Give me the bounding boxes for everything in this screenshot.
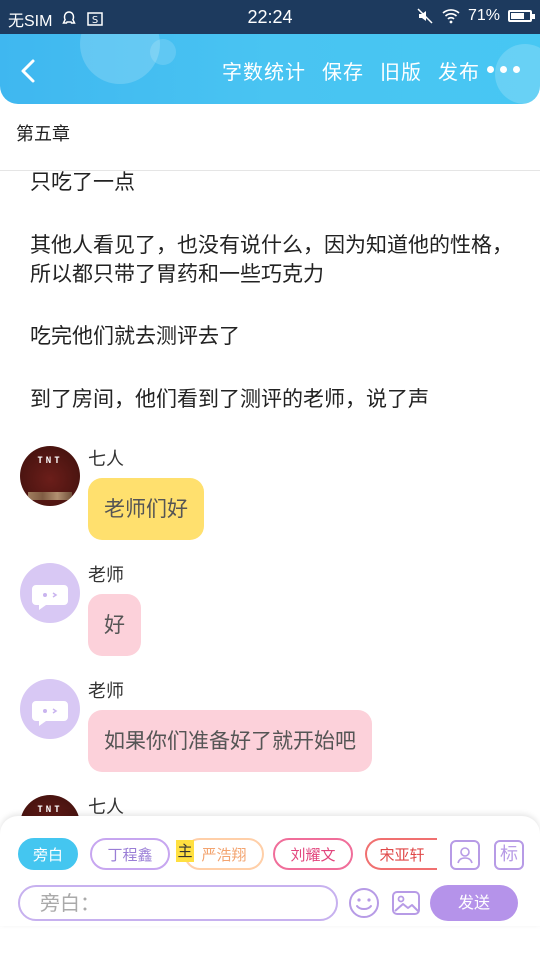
- chat-bubble[interactable]: 老师们好: [88, 478, 204, 540]
- editor-header: 字数统计 保存 旧版 发布: [0, 34, 540, 104]
- chapter-title[interactable]: 第五章: [16, 120, 70, 146]
- message-input[interactable]: 旁白：: [18, 885, 338, 921]
- role-chip[interactable]: 刘耀文: [273, 838, 353, 870]
- battery-percent: 71%: [467, 7, 500, 24]
- status-bar: 无SIM S 22:24 71%: [0, 0, 540, 34]
- old-version-button[interactable]: 旧版: [380, 56, 422, 85]
- wifi-icon: [442, 9, 460, 24]
- role-chip[interactable]: 宋亚轩: [365, 838, 437, 870]
- chat-face-icon: [32, 585, 68, 610]
- chat-face-icon: [32, 701, 68, 726]
- paragraph[interactable]: 其他人看见了，也没有说什么，因为知道他的性格，所以都只带了胃药和一些巧克力: [30, 231, 520, 289]
- speaker-name: 老师: [88, 681, 124, 702]
- avatar[interactable]: [20, 679, 80, 739]
- avatar[interactable]: TNT: [20, 446, 80, 506]
- image-icon[interactable]: [390, 887, 422, 919]
- word-count-button[interactable]: 字数统计: [222, 56, 306, 85]
- role-chip[interactable]: 严浩翔: [184, 838, 264, 870]
- send-button[interactable]: 发送: [430, 885, 518, 921]
- chat-bubble[interactable]: 如果你们准备好了就开始吧: [88, 710, 372, 772]
- battery-fill: [511, 13, 524, 19]
- back-arrow-icon[interactable]: [14, 56, 44, 86]
- save-button[interactable]: 保存: [322, 56, 364, 85]
- host-badge: 主: [176, 840, 194, 862]
- battery-icon: [508, 10, 535, 22]
- role-chip-narrator[interactable]: 旁白: [18, 838, 78, 870]
- speaker-name: 七人: [88, 449, 124, 470]
- mute-icon: [417, 8, 433, 24]
- paragraph[interactable]: 到了房间，他们看到了测评的老师，说了声: [30, 385, 520, 414]
- add-character-icon[interactable]: [450, 840, 480, 870]
- more-options-icon[interactable]: [487, 66, 520, 73]
- header-actions: 字数统计 保存 旧版 发布: [222, 56, 480, 85]
- chat-bubble[interactable]: 好: [88, 594, 141, 656]
- speaker-name: 老师: [88, 565, 124, 586]
- avatar[interactable]: [20, 563, 80, 623]
- emoji-icon[interactable]: [348, 887, 380, 919]
- composer-panel: 旁白 丁程鑫 严浩翔 主 刘耀文 宋亚轩 标 旁白： 发送: [0, 816, 540, 926]
- publish-button[interactable]: 发布: [438, 56, 480, 85]
- tag-button[interactable]: 标: [494, 840, 524, 870]
- paragraph[interactable]: 吃完他们就去测评去了: [30, 322, 520, 351]
- paragraph[interactable]: 只吃了一点: [30, 168, 520, 197]
- role-chip[interactable]: 丁程鑫: [90, 838, 170, 870]
